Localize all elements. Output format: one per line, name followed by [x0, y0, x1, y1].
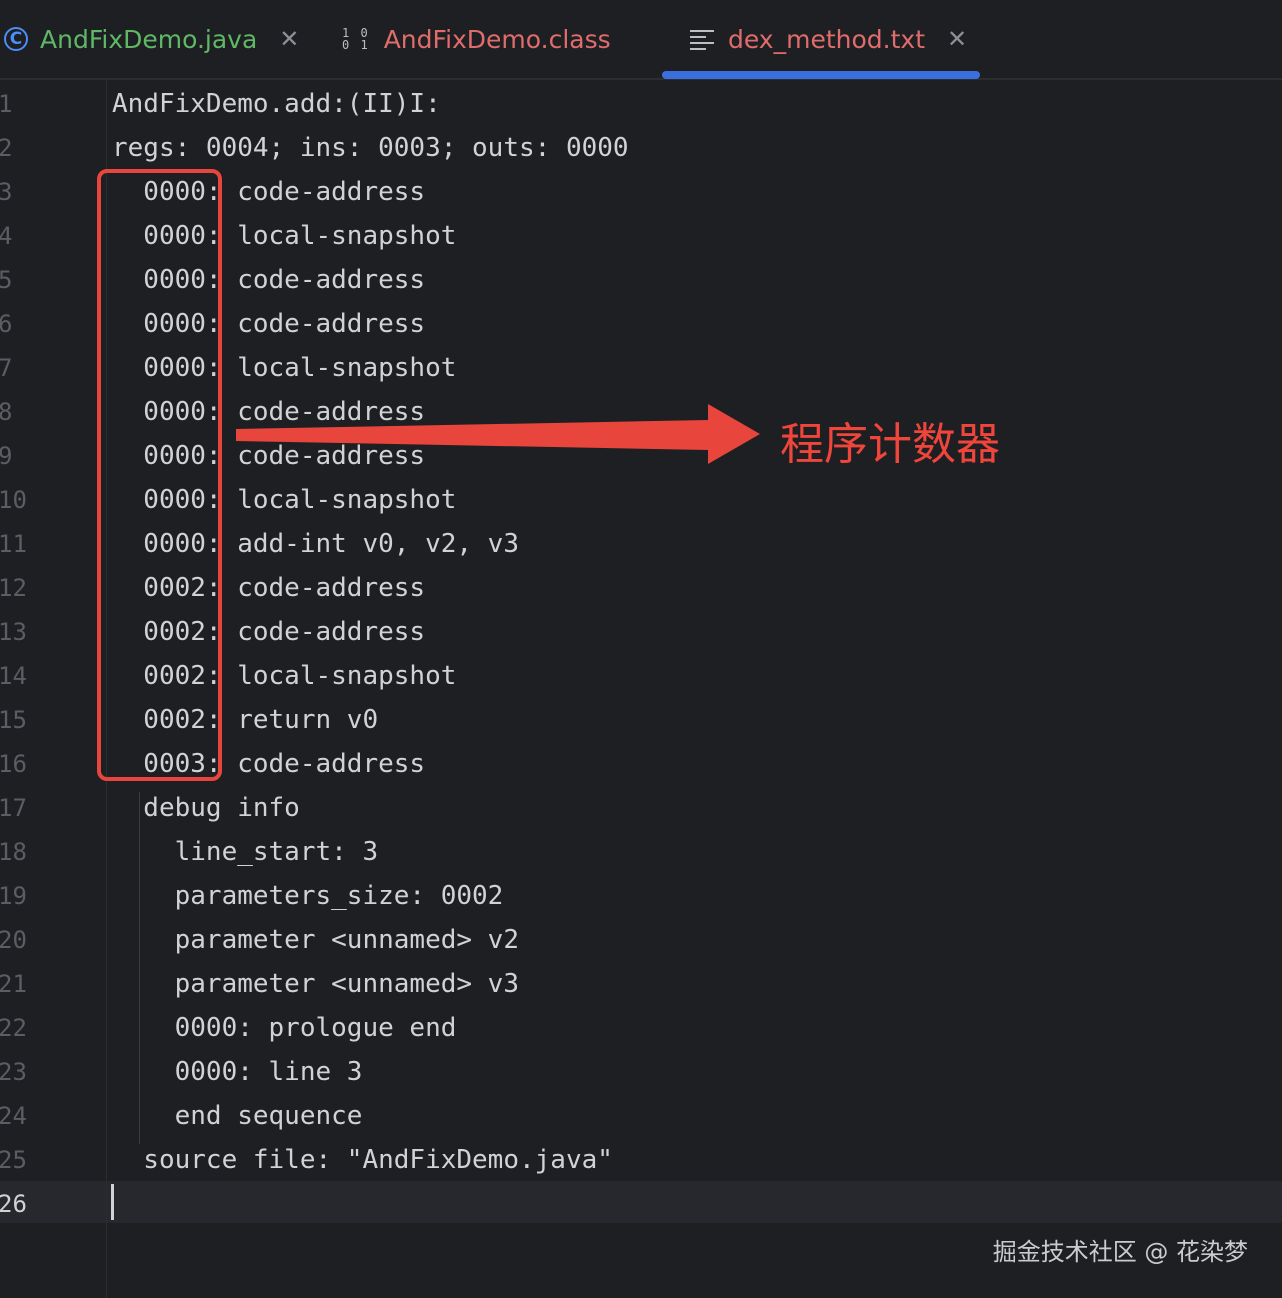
line-number: 23	[0, 1058, 27, 1086]
line-number: 14	[0, 662, 27, 690]
annotation-label: 程序计数器	[780, 419, 1000, 470]
line-number: 19	[0, 882, 27, 910]
line-number: 12	[0, 574, 27, 602]
line-number: 21	[0, 970, 27, 998]
code-line: parameter <unnamed> v3	[112, 969, 519, 999]
code-line: 0000: line 3	[112, 1057, 363, 1087]
tab-label: dex_method.txt	[728, 24, 925, 54]
program-counter-highlight-box	[97, 169, 222, 781]
line-number: 16	[0, 750, 27, 778]
tab-andfixdemo-java[interactable]: C AndFixDemo.java ✕	[4, 0, 299, 78]
code-line: regs: 0004; ins: 0003; outs: 0000	[112, 133, 629, 163]
tab-label: AndFixDemo.java	[40, 24, 258, 54]
code-line: 0000: prologue end	[112, 1013, 457, 1043]
current-line-highlight	[0, 1181, 1282, 1223]
line-number: 26	[0, 1190, 27, 1218]
binary-class-icon: 1 00 1	[342, 26, 370, 52]
line-number: 10	[0, 486, 27, 514]
code-line: AndFixDemo.add:(II)I:	[112, 89, 441, 119]
annotation-arrow-icon	[236, 404, 760, 464]
watermark: 掘金技术社区 @ 花染梦	[992, 1238, 1248, 1266]
line-number: 9	[0, 442, 13, 470]
line-number: 17	[0, 794, 27, 822]
line-number: 22	[0, 1014, 27, 1042]
line-number: 6	[0, 310, 13, 338]
line-number: 5	[0, 266, 13, 294]
text-file-icon	[690, 29, 714, 50]
tab-label: AndFixDemo.class	[383, 24, 611, 54]
close-icon[interactable]: ✕	[947, 27, 967, 51]
close-icon[interactable]: ✕	[279, 27, 299, 51]
line-number: 13	[0, 618, 27, 646]
line-number: 18	[0, 838, 27, 866]
tab-andfixdemo-class[interactable]: 1 00 1 AndFixDemo.class	[342, 0, 611, 78]
line-number: 20	[0, 926, 27, 954]
line-number: 1	[0, 90, 13, 118]
line-number: 3	[0, 178, 13, 206]
active-tab-indicator	[662, 71, 980, 79]
code-line: source file: "AndFixDemo.java"	[112, 1145, 613, 1175]
editor-tab-bar: C AndFixDemo.java ✕ 1 00 1 AndFixDemo.cl…	[0, 0, 1282, 80]
line-number: 25	[0, 1146, 27, 1174]
line-number: 15	[0, 706, 27, 734]
code-line: parameters_size: 0002	[112, 881, 504, 911]
code-line: line_start: 3	[112, 837, 379, 867]
indent-guide	[139, 792, 140, 1144]
line-number: 8	[0, 398, 13, 426]
tab-dex-method-txt[interactable]: dex_method.txt ✕	[690, 0, 967, 78]
java-class-icon: C	[4, 27, 28, 51]
code-line: end sequence	[112, 1101, 363, 1131]
code-line: parameter <unnamed> v2	[112, 925, 519, 955]
line-number: 7	[0, 354, 13, 382]
line-number: 4	[0, 222, 13, 250]
line-number: 2	[0, 134, 13, 162]
line-number: 11	[0, 530, 27, 558]
code-line: debug info	[112, 793, 300, 823]
text-caret	[111, 1184, 114, 1220]
line-number: 24	[0, 1102, 27, 1130]
